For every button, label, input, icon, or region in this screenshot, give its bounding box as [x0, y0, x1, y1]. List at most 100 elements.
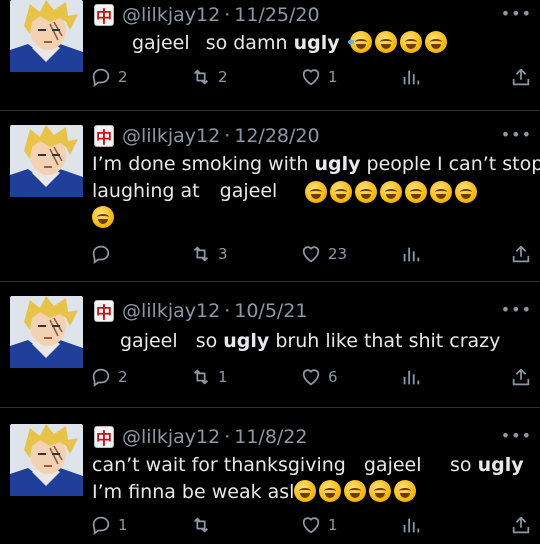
like-button[interactable]: 1 — [300, 514, 338, 536]
tweet-header: 中 @lilkjay12 · 10/5/21 — [94, 300, 308, 322]
tweet-actions: 1 1 — [90, 514, 530, 540]
tweet-header: 中 @lilkjay12 · 11/25/20 — [94, 4, 320, 26]
crying-laughing-emoji-icon — [355, 181, 377, 203]
reply-button[interactable]: 1 — [90, 514, 128, 536]
mahjong-red-dragon-icon: 中 — [94, 426, 114, 448]
share-button[interactable] — [510, 366, 538, 388]
share-icon — [510, 366, 532, 388]
crying-laughing-emoji-icon — [330, 181, 352, 203]
tweet-date[interactable]: 11/8/22 — [234, 426, 307, 448]
share-button[interactable] — [510, 514, 538, 536]
avatar[interactable] — [10, 0, 83, 72]
tweet-date[interactable]: 11/25/20 — [234, 4, 319, 26]
retweet-icon — [190, 66, 212, 88]
like-icon — [300, 366, 322, 388]
tweet-text-suffix: so ugly — [450, 454, 524, 476]
tweet-2[interactable]: 中 @lilkjay12 · 12/28/20 ••• I’m done smo… — [0, 111, 540, 281]
more-options-icon[interactable]: ••• — [501, 125, 532, 144]
mention-name: gajeel — [120, 330, 178, 352]
tweet-actions: 2 1 6 — [90, 366, 530, 392]
crying-laughing-emoji-icon — [455, 181, 477, 203]
share-icon — [510, 66, 532, 88]
tweet-actions: 2 2 1 — [90, 66, 530, 92]
mahjong-red-dragon-icon: 中 — [94, 125, 114, 147]
like-button[interactable]: 6 — [300, 366, 338, 388]
like-button[interactable]: 1 — [300, 66, 338, 88]
like-icon — [300, 514, 322, 536]
views-button[interactable] — [400, 366, 428, 388]
share-icon — [510, 243, 532, 265]
tweet-text-line-1: I’m done smoking with ugly people I can’… — [92, 153, 540, 175]
retweet-button[interactable]: 1 — [190, 366, 228, 388]
retweet-button[interactable] — [190, 514, 218, 536]
tweet-4[interactable]: 中 @lilkjay12 · 11/8/22 ••• can’t wait fo… — [0, 408, 540, 544]
tweet-text-line-2: I’m finna be weak asl — [92, 479, 419, 505]
retweet-button[interactable]: 3 — [190, 243, 228, 265]
tweet-text-line-2: laughing at gajeel — [92, 180, 278, 202]
crying-laughing-emoji-icon — [347, 31, 372, 53]
mention-name: gajeel — [132, 32, 190, 54]
crying-laughing-emoji-icon — [424, 31, 447, 53]
like-icon — [300, 66, 322, 88]
reply-button[interactable]: 2 — [90, 66, 128, 88]
tweet-actions: 3 23 — [90, 243, 530, 269]
tweet-header: 中 @lilkjay12 · 12/28/20 — [94, 125, 320, 147]
more-options-icon[interactable]: ••• — [501, 300, 532, 319]
more-options-icon[interactable]: ••• — [501, 4, 532, 23]
crying-laughing-emoji-icon — [305, 181, 327, 203]
reply-icon — [90, 366, 112, 388]
retweet-icon — [190, 366, 212, 388]
crying-laughing-emoji-icon — [380, 181, 402, 203]
crying-laughing-emoji-icon — [294, 480, 317, 502]
views-icon — [400, 366, 422, 388]
avatar[interactable] — [10, 296, 83, 368]
tweet-text: gajeel so ugly bruh like that shit crazy — [120, 330, 501, 352]
more-options-icon[interactable]: ••• — [501, 426, 532, 445]
mention-name: gajeel — [363, 454, 422, 476]
tweet-3[interactable]: 中 @lilkjay12 · 10/5/21 ••• gajeel so ugl… — [0, 282, 540, 407]
user-handle[interactable]: @lilkjay12 — [122, 125, 220, 147]
share-button[interactable] — [510, 243, 538, 265]
crying-laughing-emoji-icon — [374, 31, 397, 53]
reply-icon — [90, 243, 112, 265]
share-button[interactable] — [510, 66, 538, 88]
crying-laughing-emoji-icon — [92, 206, 114, 228]
crying-laughing-emoji-icon — [369, 480, 392, 502]
retweet-icon — [190, 243, 212, 265]
tweet-date[interactable]: 10/5/21 — [234, 300, 307, 322]
reply-button[interactable] — [90, 243, 118, 265]
reply-icon — [90, 66, 112, 88]
mahjong-red-dragon-icon: 中 — [94, 300, 114, 322]
crying-laughing-emoji-icon — [344, 480, 367, 502]
user-handle[interactable]: @lilkjay12 — [122, 426, 220, 448]
user-handle[interactable]: @lilkjay12 — [122, 300, 220, 322]
avatar[interactable] — [10, 125, 83, 197]
like-button[interactable]: 23 — [300, 243, 347, 265]
retweet-icon — [190, 514, 212, 536]
reply-icon — [90, 514, 112, 536]
emoji-row — [305, 180, 480, 206]
mention-name: gajeel — [219, 180, 278, 202]
emoji-row-2 — [92, 205, 117, 231]
user-handle[interactable]: @lilkjay12 — [122, 4, 220, 26]
mahjong-red-dragon-icon: 中 — [94, 4, 114, 26]
crying-laughing-emoji-icon — [430, 181, 452, 203]
crying-laughing-emoji-icon — [394, 480, 417, 502]
tweet-header: 中 @lilkjay12 · 11/8/22 — [94, 426, 308, 448]
views-button[interactable] — [400, 514, 428, 536]
tweet-text: gajeel so damn ugly — [132, 30, 450, 56]
views-icon — [400, 66, 422, 88]
views-icon — [400, 514, 422, 536]
views-button[interactable] — [400, 243, 428, 265]
crying-laughing-emoji-icon — [399, 31, 422, 53]
views-icon — [400, 243, 422, 265]
avatar[interactable] — [10, 424, 83, 496]
reply-button[interactable]: 2 — [90, 366, 128, 388]
views-button[interactable] — [400, 66, 428, 88]
crying-laughing-emoji-icon — [319, 480, 342, 502]
tweet-date[interactable]: 12/28/20 — [234, 125, 319, 147]
tweet-text-line-1: can’t wait for thanksgiving gajeel — [92, 454, 422, 476]
share-icon — [510, 514, 532, 536]
tweet-1[interactable]: 中 @lilkjay12 · 11/25/20 ••• gajeel so da… — [0, 0, 540, 110]
retweet-button[interactable]: 2 — [190, 66, 228, 88]
